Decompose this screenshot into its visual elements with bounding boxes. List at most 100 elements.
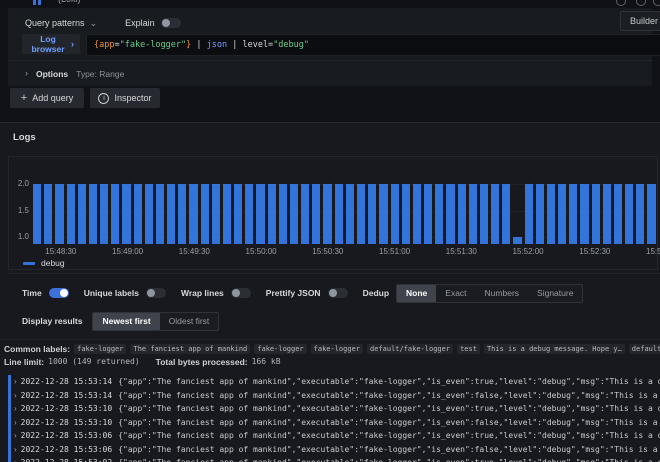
- common-label-badge: default: [628, 343, 660, 354]
- log-row[interactable]: › 2022-12-28 15:53:10 {"app":"The fanciest…: [8, 402, 660, 416]
- options-collapse-row[interactable]: › Options Type: Range: [8, 60, 652, 86]
- x-axis-tick-label: 15:49:00: [111, 247, 144, 256]
- y-axis-tick-label: 2.0: [17, 179, 29, 189]
- common-label-badge: fake-logger: [254, 343, 307, 354]
- add-query-button[interactable]: + Add query: [10, 88, 84, 108]
- chart-bar: [267, 184, 276, 244]
- query-token: "fake-logger": [119, 40, 187, 50]
- log-browser-button[interactable]: Log browser ›: [22, 34, 80, 54]
- log-line-text: {"app":"The fanciest app of mankind","ex…: [118, 404, 660, 414]
- expand-row-icon[interactable]: ›: [14, 377, 17, 386]
- log-line-text: {"app":"The fanciest app of mankind","ex…: [118, 390, 658, 400]
- chart-bar: [625, 184, 634, 244]
- order-option-newest-first[interactable]: Newest first: [93, 312, 160, 330]
- log-timestamp: 2022-12-28 15:53:02: [21, 458, 113, 462]
- plus-icon: +: [20, 91, 28, 104]
- chevron-down-icon: ⌄: [89, 17, 98, 28]
- dedup-options-group: None Exact Numbers Signature: [396, 283, 584, 303]
- chart-bar: [535, 184, 544, 244]
- chart-bar: [122, 184, 131, 244]
- common-label-badge: test: [457, 343, 480, 354]
- x-axis-tick-label: 15:51:00: [378, 247, 411, 256]
- line-limit-label: Line limit:: [4, 356, 45, 367]
- log-line-text: {"app":"The fanciest app of mankind","ex…: [118, 417, 658, 427]
- query-token: json: [206, 40, 228, 50]
- chart-bar: [289, 184, 299, 244]
- log-row[interactable]: › 2022-12-28 15:53:14 {"app":"The fanciest…: [8, 388, 660, 402]
- dedup-option-exact[interactable]: Exact: [436, 285, 475, 302]
- log-row[interactable]: › 2022-12-28 15:53:02 {"app":"The fanciest…: [8, 456, 660, 462]
- log-row[interactable]: › 2022-12-28 15:53:06 {"app":"The fanciest…: [8, 429, 660, 443]
- total-bytes-value: 166 kB: [251, 357, 281, 366]
- chevron-right-icon: ›: [71, 38, 74, 49]
- expand-row-icon[interactable]: ›: [14, 445, 17, 454]
- chart-bar: [211, 184, 220, 244]
- x-axis-tick-label: 15:49:30: [178, 247, 210, 256]
- toggle-knob: [59, 289, 68, 297]
- loki-datasource-icon: [33, 0, 42, 5]
- log-row[interactable]: › 2022-12-28 15:53:06 {"app":"The fanciest…: [8, 442, 660, 456]
- unique-labels-toggle[interactable]: [145, 288, 166, 298]
- toggle-control-unique-labels: Unique labels: [84, 288, 166, 298]
- log-row[interactable]: › 2022-12-28 15:53:14 {"app":"The fanciest…: [8, 375, 660, 389]
- chart-bar: [33, 184, 42, 244]
- chart-bar: [502, 184, 511, 244]
- explain-toggle[interactable]: [160, 18, 181, 28]
- expand-row-icon[interactable]: ›: [14, 391, 17, 400]
- expand-row-icon[interactable]: ›: [14, 431, 17, 440]
- dedup-option-none[interactable]: None: [397, 284, 437, 302]
- query-editor-panel: Query patterns ⌄ Explain Builder Beta Lo…: [8, 8, 660, 86]
- chart-bar: [189, 184, 198, 244]
- x-axis-tick-label: 15:53:00: [645, 247, 660, 256]
- order-option-oldest-first[interactable]: Oldest first: [160, 313, 219, 330]
- chart-bar: [636, 184, 645, 244]
- chart-bar: [234, 184, 243, 244]
- query-token: level=: [242, 40, 274, 50]
- query-token: "debug": [273, 40, 310, 50]
- expand-row-icon[interactable]: ›: [14, 458, 17, 462]
- toolbar-icon[interactable]: [636, 0, 646, 6]
- toolbar-icon[interactable]: [616, 0, 626, 6]
- logql-query-input[interactable]: {app = "fake-logger"} | json | level= "debu…: [86, 34, 660, 56]
- editor-mode-switch[interactable]: Builder Beta: [620, 11, 660, 31]
- log-line-text: {"app":"The fanciest app of mankind","ex…: [118, 458, 660, 462]
- dedup-option-signature[interactable]: Signature: [528, 285, 582, 302]
- toggle-label: Wrap lines: [180, 288, 224, 298]
- legend-series-label: debug: [41, 258, 65, 268]
- x-axis-tick-label: 15:52:00: [512, 247, 544, 256]
- expand-row-icon[interactable]: ›: [14, 418, 17, 427]
- chart-bar: [580, 184, 589, 244]
- toggle-label: Time: [22, 288, 42, 298]
- display-results-label: Display results: [22, 316, 83, 326]
- chart-bar: [569, 184, 578, 244]
- dedup-option-numbers[interactable]: Numbers: [476, 285, 528, 302]
- legend-item-debug[interactable]: debug: [23, 258, 65, 268]
- log-level-indicator: [8, 442, 11, 456]
- log-row[interactable]: › 2022-12-28 15:53:10 {"app":"The fanciest…: [8, 415, 660, 429]
- options-label: Options: [36, 68, 69, 79]
- wrap-lines-toggle[interactable]: [230, 288, 251, 298]
- inspector-button[interactable]: i Inspector: [90, 88, 160, 108]
- chart-bar: [446, 184, 455, 244]
- prettify-json-toggle[interactable]: [327, 288, 348, 298]
- toggle-label: Unique labels: [83, 288, 139, 298]
- toggle-control-time: Time: [22, 288, 69, 298]
- log-timestamp: 2022-12-28 15:53:10: [20, 417, 113, 427]
- query-patterns-dropdown[interactable]: Query patterns ⌄: [25, 18, 97, 28]
- y-axis-tick-label: 1.0: [17, 232, 29, 242]
- query-token: |: [227, 40, 243, 50]
- toolbar-icon[interactable]: [653, 0, 660, 6]
- chart-bar: [602, 184, 611, 244]
- log-line-text: {"app":"The fanciest app of mankind","ex…: [118, 377, 660, 387]
- time-toggle[interactable]: [48, 288, 69, 298]
- toggle-knob: [328, 289, 337, 297]
- chart-bar: [44, 184, 53, 244]
- divider: [0, 339, 660, 340]
- log-level-indicator: [8, 375, 11, 389]
- expand-row-icon[interactable]: ›: [14, 404, 17, 413]
- chart-bar: [334, 184, 343, 244]
- chart-bar: [457, 184, 466, 244]
- chart-bar: [88, 184, 98, 244]
- chart-bar: [513, 237, 522, 244]
- chart-bar: [390, 184, 399, 244]
